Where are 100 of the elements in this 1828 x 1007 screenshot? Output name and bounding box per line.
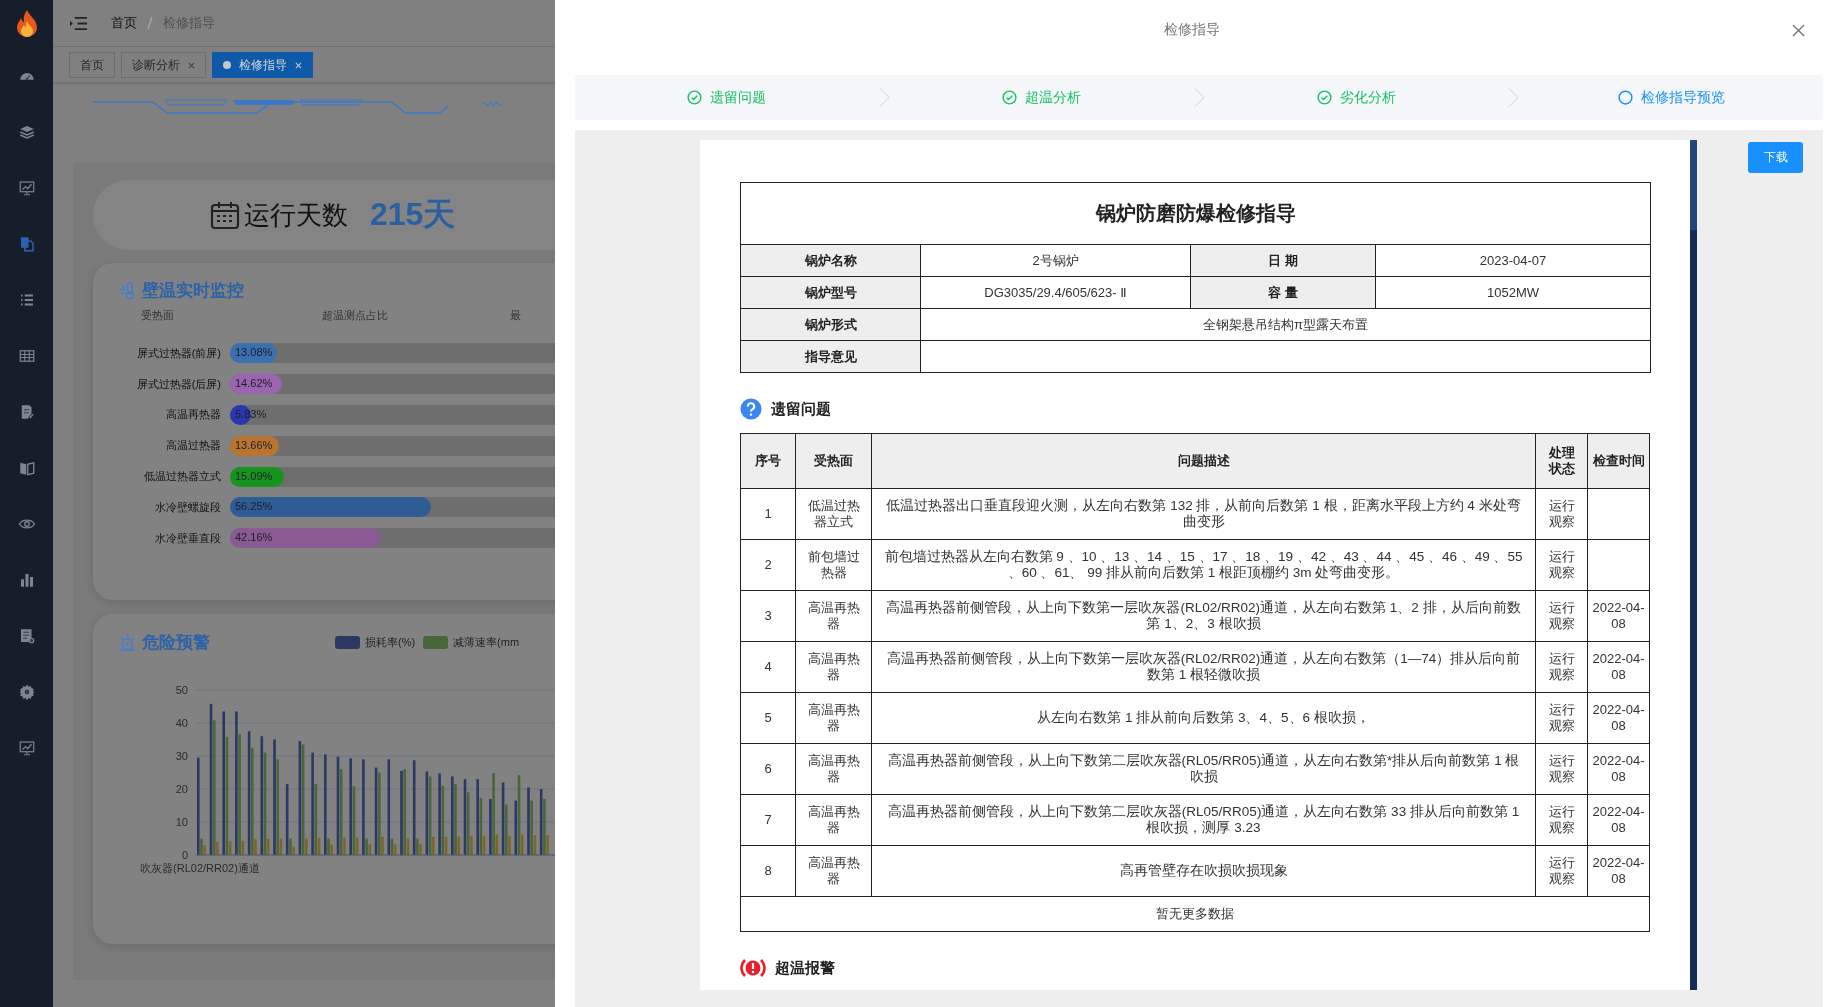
- table-cell: 低温过热器立式: [795, 488, 872, 540]
- document-title: 锅炉防磨防爆检修指导: [740, 182, 1651, 245]
- metric-label: 运行天数: [244, 198, 348, 232]
- field-label: 日 期: [1190, 244, 1376, 277]
- alarm-light-icon: [118, 632, 137, 652]
- progress-reading: 56.25%: [235, 500, 273, 513]
- table-cell: 运行观察: [1535, 794, 1588, 846]
- table-cell: 运行观察: [1535, 590, 1588, 642]
- table-cell: 3: [740, 590, 796, 642]
- legend-label[interactable]: 损耗率(%): [365, 634, 416, 650]
- column-header: 处理状态: [1535, 433, 1588, 489]
- field-label: 容 量: [1190, 276, 1376, 309]
- table-icon: [17, 347, 36, 365]
- table-cell: 4: [740, 641, 796, 693]
- axis-tick-label: 30: [175, 750, 188, 762]
- monitor-chart-icon: [17, 739, 36, 757]
- section-title: 超温报警: [775, 958, 835, 978]
- step-item[interactable]: 劣化分析: [1204, 88, 1509, 107]
- check-circle-icon: [1316, 90, 1332, 105]
- column-header: 受热面: [795, 433, 872, 489]
- axis-label: 吹灰器(RL02/RR02)通道: [140, 862, 260, 874]
- table-cell: 8: [740, 845, 796, 897]
- menu-icon[interactable]: [70, 15, 87, 31]
- book-icon: [17, 459, 36, 477]
- table-cell: 高温再热器: [795, 590, 872, 642]
- legend-label[interactable]: 减薄速率(mm: [453, 634, 520, 650]
- table-cell: 5: [740, 692, 796, 744]
- field-label: 指导意见: [740, 340, 921, 373]
- table-cell: 前包墙过热器: [795, 539, 872, 591]
- table-cell: 运行观察: [1535, 743, 1588, 795]
- field-label: 锅炉形式: [740, 308, 921, 341]
- axis-tick-label: 0: [181, 849, 188, 861]
- field-value: 2023-04-07: [1375, 244, 1651, 277]
- table-cell: 2022-04-08: [1587, 641, 1650, 693]
- step-item[interactable]: 检修指导预览: [1519, 88, 1823, 107]
- progress-reading: 15.09%: [235, 469, 273, 482]
- circle-icon: [1617, 90, 1633, 105]
- table-cell: 2022-04-08: [1587, 845, 1650, 897]
- table-cell: 运行观察: [1535, 539, 1588, 591]
- column-header: 序号: [740, 433, 796, 489]
- section-title: 遗留问题: [771, 399, 831, 419]
- help-icon: [740, 398, 762, 420]
- table-cell: 高温再热器: [795, 845, 872, 897]
- table-cell: 运行观察: [1535, 488, 1588, 540]
- table-cell: 高温再热器: [795, 692, 872, 744]
- field-value: 1052MW: [1375, 276, 1651, 309]
- table-cell: 高温再热器前侧管段，从上向下数第二层吹灰器(RL05/RR05)通道，从左向右数第*排从后向前数第 1 根吹损: [871, 743, 1536, 795]
- field-value: 2号锅炉: [920, 244, 1191, 277]
- progress-reading: 13.08%: [235, 346, 273, 359]
- page-tag[interactable]: 检修指导: [212, 52, 313, 78]
- close-icon[interactable]: [188, 61, 195, 69]
- table-cell: 2022-04-08: [1587, 743, 1650, 795]
- table-cell: 1: [740, 488, 796, 540]
- axis-tick-label: 40: [175, 717, 188, 729]
- calendar-icon: [210, 200, 240, 230]
- table-cell: 高温再热器前侧管段，从上向下数第一层吹灰器(RL02/RR02)通道，从左向右数第（1—74）排从后向前数第 1 根轻微吹损: [871, 641, 1536, 693]
- close-icon[interactable]: [1792, 23, 1805, 37]
- card-title: 壁温实时监控: [142, 279, 244, 302]
- chevron-right-icon: [878, 87, 890, 108]
- table-cell: 高温再热器前侧管段，从上向下数第一层吹灰器(RL02/RR02)通道，从左向右数第 1、2 排，从后向前数第 1、2、3 根吹损: [871, 590, 1536, 642]
- table-cell: 低温过热器出口垂直段迎火测，从左向右数第 132 排，从前向后数第 1 根，距离水平段上方约 4 米处弯曲变形: [871, 488, 1536, 540]
- table-cell: 高温再热器: [795, 743, 872, 795]
- table-cell: 运行观察: [1535, 692, 1588, 744]
- table-cell: 2022-04-08: [1587, 590, 1650, 642]
- page-tag[interactable]: 首页: [69, 52, 115, 78]
- alert-icon: [740, 957, 766, 979]
- download-button[interactable]: 下载: [1748, 142, 1803, 173]
- layers-icon: [17, 123, 36, 141]
- settings-icon: [17, 683, 36, 701]
- field-label: 锅炉型号: [740, 276, 921, 309]
- table-cell: 运行观察: [1535, 845, 1588, 897]
- card-title: 危险预警: [142, 631, 210, 654]
- row-label: 屏式过热器(前屏): [135, 345, 221, 361]
- table-cell: 6: [740, 743, 796, 795]
- table-cell: 运行观察: [1535, 641, 1588, 693]
- slash-separator-icon: [147, 17, 153, 29]
- axis-tick-label: 50: [175, 684, 188, 696]
- breadcrumb-item[interactable]: 首页: [111, 14, 137, 32]
- legend-swatch[interactable]: [423, 635, 449, 649]
- column-header: 超温测点占比: [321, 307, 389, 323]
- table-cell: 从左向右数第 1 排从前向后数第 3、4、5、6 根吹损，: [871, 692, 1536, 744]
- row-label: 低温过热器立式: [143, 469, 221, 485]
- table-cell: 前包墙过热器从左向右数第 9 、10 、13 、14 、15 、17 、18 、19 、42 、43 、44 、45 、46 、49 、55 、60 、61、 99 排从前向后数第 1 根距顶棚约 3m 处弯曲变形。: [871, 539, 1536, 591]
- axis-tick-label: 10: [175, 816, 188, 828]
- active-dot-icon: [223, 61, 231, 69]
- step-item[interactable]: 遗留问题: [575, 88, 879, 107]
- table-cell: 7: [740, 794, 796, 846]
- table-cell: 2022-04-08: [1587, 794, 1650, 846]
- field-value: 全钢架悬吊结构π型露天布置: [920, 308, 1651, 341]
- empty-notice: 暂无更多数据: [740, 896, 1650, 932]
- field-label: 锅炉名称: [740, 244, 921, 277]
- row-label: 水冷壁螺旋段: [154, 499, 221, 515]
- page-tag[interactable]: 诊断分析: [121, 52, 206, 78]
- progress-reading: 5.83%: [235, 408, 267, 420]
- chevron-right-icon: [1193, 87, 1205, 108]
- scrollbar-thumb[interactable]: [1690, 140, 1697, 230]
- column-header: 问题描述: [871, 433, 1536, 489]
- step-item[interactable]: 超温分析: [889, 88, 1194, 107]
- legend-swatch[interactable]: [335, 635, 360, 649]
- monitor-chart-icon: [17, 179, 36, 197]
